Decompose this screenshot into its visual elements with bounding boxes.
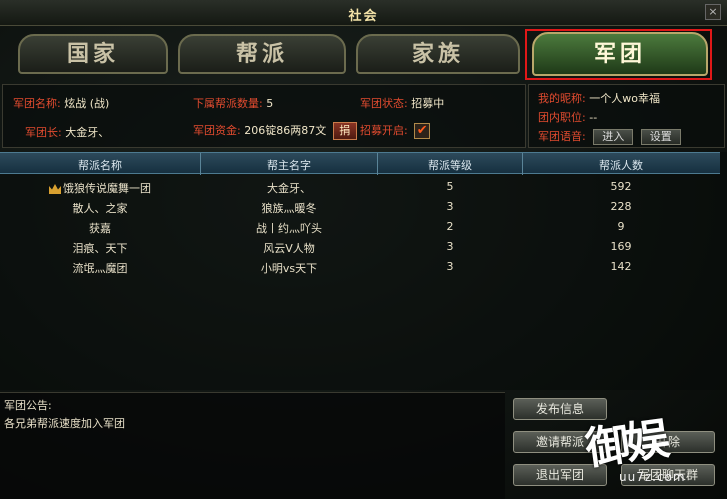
tab-country[interactable]: 国家 <box>18 34 168 74</box>
gang-name-cell: 饿狼传说魔舞一团 <box>0 180 200 196</box>
recruit-toggle-row: 招募开启: ✔ <box>360 122 431 139</box>
table-row[interactable]: 泪痕、天下 风云V人物 3 169 <box>0 237 720 257</box>
tab-highlight-box <box>525 29 712 80</box>
members-cell: 169 <box>610 240 632 253</box>
nickname-value: 一个人wo幸福 <box>589 92 660 105</box>
level-cell: 3 <box>446 260 454 273</box>
leader-cell: 大金牙、 <box>267 182 311 195</box>
nickname-label: 我的昵称: <box>538 92 586 105</box>
leader-cell: 狼族灬暖冬 <box>261 202 317 215</box>
watermark-logo: 御娱 <box>582 413 669 476</box>
legion-status-label: 军团状态: <box>360 97 408 110</box>
leader-cell: 小明vs天下 <box>260 262 318 275</box>
legion-leader-label: 军团长: <box>25 126 62 139</box>
nickname-row: 我的昵称: 一个人wo幸福 <box>538 90 660 106</box>
table-row[interactable]: 获嘉 战丨约灬吖头 2 9 <box>0 217 720 237</box>
legion-notice-panel: 军团公告: 各兄弟帮派速度加入军团 <box>0 392 505 499</box>
col-gang-name[interactable]: 帮派名称 <box>0 157 200 173</box>
recruit-checkbox[interactable]: ✔ <box>414 123 431 139</box>
table-row[interactable]: 饿狼传说魔舞一团 大金牙、 5 592 <box>0 177 720 197</box>
level-cell: 3 <box>446 200 454 213</box>
voice-row: 军团语音: 进入 设置 <box>538 128 681 145</box>
notice-title: 军团公告: <box>4 399 52 412</box>
legion-leader-row: 军团长: 大金牙、 <box>25 124 109 140</box>
site-watermark: 御娱 uu7z.com <box>582 378 715 488</box>
gang-table: 帮派名称 帮主名字 帮派等级 帮派人数 饿狼传说魔舞一团 大金牙、 5 592 … <box>0 152 727 390</box>
members-cell: 142 <box>610 260 632 273</box>
society-window: 社会 × 国家 帮派 家族 军团 军团名称: 炫战 (战) 军团长: 大金牙、 … <box>0 0 727 499</box>
notice-text: 各兄弟帮派速度加入军团 <box>4 417 125 430</box>
voice-label: 军团语音: <box>538 130 586 143</box>
position-value: -- <box>589 111 598 124</box>
legion-funds-row: 军团资金: 206锭86两87文 捐 <box>193 122 357 140</box>
enter-voice-button[interactable]: 进入 <box>593 129 634 145</box>
close-button[interactable]: × <box>705 4 721 20</box>
level-cell: 2 <box>446 220 454 233</box>
voice-settings-button[interactable]: 设置 <box>640 129 681 145</box>
table-header: 帮派名称 帮主名字 帮派等级 帮派人数 <box>0 152 720 175</box>
table-row[interactable]: 流氓灬魔团 小明vs天下 3 142 <box>0 257 720 277</box>
members-cell: 592 <box>610 180 632 193</box>
tab-family[interactable]: 家族 <box>356 34 520 74</box>
gang-name-cell: 散人、之家 <box>72 202 128 215</box>
position-label: 团内职位: <box>538 111 586 124</box>
title-bar: 社会 × <box>0 0 727 26</box>
leader-cell: 战丨约灬吖头 <box>256 222 322 235</box>
legion-info-panel: 军团名称: 炫战 (战) 军团长: 大金牙、 下属帮派数量: 5 军团资金: 2… <box>2 84 526 148</box>
gang-name-text: 饿狼传说魔舞一团 <box>63 182 151 195</box>
legion-name-label: 军团名称: <box>13 97 61 110</box>
crown-icon <box>49 184 61 194</box>
members-cell: 228 <box>610 200 632 213</box>
legion-funds-value: 206锭86两87文 <box>244 124 327 137</box>
col-leader-name[interactable]: 帮主名字 <box>201 157 377 173</box>
level-cell: 5 <box>446 180 454 193</box>
col-member-count[interactable]: 帮派人数 <box>523 157 719 173</box>
gang-name-cell: 流氓灬魔团 <box>72 262 128 275</box>
table-row[interactable]: 散人、之家 狼族灬暖冬 3 228 <box>0 197 720 217</box>
watermark-url: uu7z.com <box>619 470 686 484</box>
legion-funds-label: 军团资金: <box>193 124 241 137</box>
sub-gang-count-value: 5 <box>266 97 274 110</box>
window-title: 社会 <box>348 9 379 24</box>
legion-leader-value: 大金牙、 <box>65 126 110 139</box>
legion-name-value: 炫战 (战) <box>64 97 110 110</box>
sub-gang-count-label: 下属帮派数量: <box>193 97 263 110</box>
legion-name-row: 军团名称: 炫战 (战) <box>13 95 109 111</box>
legion-status-value: 招募中 <box>411 97 445 110</box>
leader-cell: 风云V人物 <box>263 242 315 255</box>
sub-gang-count-row: 下属帮派数量: 5 <box>193 95 273 111</box>
recruit-toggle-label: 招募开启: <box>360 124 408 137</box>
members-cell: 9 <box>617 220 625 233</box>
col-gang-level[interactable]: 帮派等级 <box>378 157 522 173</box>
position-row: 团内职位: -- <box>538 109 597 125</box>
my-info-panel: 我的昵称: 一个人wo幸福 团内职位: -- 军团语音: 进入 设置 <box>528 84 725 148</box>
gang-name-cell: 泪痕、天下 <box>72 242 128 255</box>
gang-name-cell: 获嘉 <box>89 222 111 235</box>
level-cell: 3 <box>446 240 454 253</box>
tab-gang[interactable]: 帮派 <box>178 34 346 74</box>
legion-status-row: 军团状态: 招募中 <box>360 95 444 111</box>
donate-button[interactable]: 捐 <box>332 122 357 140</box>
